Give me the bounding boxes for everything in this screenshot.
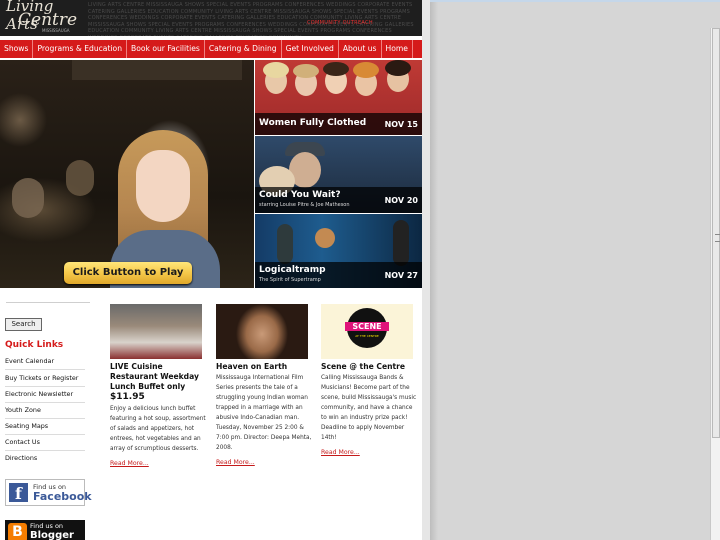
video-woman-face [136,150,190,222]
performer-silhouette [393,220,409,266]
promo-title: Could You Wait? [259,190,341,200]
site-header: LIVING ARTS CENTRE MISSISSAUGA SHOWS SPE… [0,0,422,39]
video-background-person [66,160,94,196]
promo-logicaltramp[interactable]: Logicaltramp The Spirit of Supertramp NO… [255,214,422,288]
video-player[interactable]: Click Button to Play [0,60,254,288]
promo-date: NOV 15 [384,120,418,129]
promo-subtitle: starring Louise Pitre & Joe Matheson [259,202,350,208]
promo-caption: Women Fully Clothed NOV 15 [255,113,422,135]
logo-subtitle: MISSISSAUGA [42,28,70,33]
read-more-link[interactable]: Read More... [216,459,312,466]
logo-line-2: Centre [18,10,78,30]
browser-page: LIVING ARTS CENTRE MISSISSAUGA SHOWS SPE… [0,0,422,540]
video-background-person [12,178,44,218]
read-more-link[interactable]: Read More... [321,449,417,456]
promo-could-you-wait[interactable]: Could You Wait? starring Louise Pitre & … [255,136,422,213]
search-button[interactable]: Search [5,318,42,331]
feature-body: Calling Mississauga Bands & Musicians! B… [321,375,417,441]
quick-link-divider [5,386,85,387]
scene-logo-text: SCENE [345,322,389,331]
quick-link-divider [5,434,85,435]
promo-caption: Could You Wait? starring Louise Pitre & … [255,187,422,213]
promo-date: NOV 20 [384,196,418,205]
performer-hair [323,62,349,76]
feature-title[interactable]: LIVE Cuisine Restaurant Weekday Lunch Bu… [110,362,206,392]
film-still-image[interactable] [216,304,308,359]
promo-title: Women Fully Clothed [259,118,367,128]
performer-silhouette [277,224,293,264]
read-more-link[interactable]: Read More... [110,460,206,467]
play-button[interactable]: Click Button to Play [64,262,192,284]
promo-caption: Logicaltramp The Spirit of Supertramp NO… [255,262,422,288]
sidebar-divider [6,302,90,303]
nav-item-shows[interactable]: Shows [0,40,34,58]
quick-link-directions[interactable]: Directions [5,454,37,462]
quick-link-youth-zone[interactable]: Youth Zone [5,406,41,414]
quick-link-contact-us[interactable]: Contact Us [5,438,40,446]
performer-hair [385,60,411,76]
browser-empty-area [430,0,710,540]
quick-link-newsletter[interactable]: Electronic Newsletter [5,390,73,398]
performer-hair [293,64,319,78]
left-sidebar: Search Quick Links Event Calendar Buy Ti… [0,292,104,540]
nav-item-home[interactable]: Home [382,40,413,58]
restaurant-image[interactable] [110,304,202,359]
facebook-badge-line2: Facebook [33,490,92,503]
quick-link-seating-maps[interactable]: Seating Maps [5,422,48,430]
vertical-scrollbar[interactable] [710,28,720,540]
blogger-icon: B [8,523,27,540]
scene-logo-subtext: AT THE CENTRE [355,334,379,338]
main-nav: Shows Programs & Education Book our Faci… [0,40,422,58]
promo-title: Logicaltramp [259,265,326,275]
browser-top-edge [430,0,720,2]
feature-live-cuisine: LIVE Cuisine Restaurant Weekday Lunch Bu… [110,304,206,467]
promo-date: NOV 27 [384,271,418,280]
feature-section: LIVE Cuisine Restaurant Weekday Lunch Bu… [104,292,422,540]
feature-body: Enjoy a delicious lunch buffet featuring… [110,406,206,452]
scrollbar-grip-icon [715,234,720,242]
video-background-window [72,60,242,80]
feature-heaven-on-earth: Heaven on Earth Mississauga Internationa… [216,304,312,466]
facebook-icon: f [9,483,28,503]
performer-hair [263,62,289,78]
feature-scene-at-centre: SCENE AT THE CENTRE Scene @ the Centre C… [321,304,417,456]
feature-title[interactable]: Scene @ the Centre [321,362,417,372]
quick-links-title: Quick Links [5,340,64,350]
quick-link-divider [5,450,85,451]
blogger-badge-line1: Find us on [30,522,64,530]
facebook-badge[interactable]: f Find us on Facebook [5,479,92,506]
quick-link-divider [5,402,85,403]
scene-logo-image[interactable]: SCENE AT THE CENTRE [321,304,413,359]
promo-women-fully-clothed[interactable]: Women Fully Clothed NOV 15 [255,60,422,135]
quick-link-buy-tickets[interactable]: Buy Tickets or Register [5,374,78,382]
site-logo[interactable]: Living Arts Centre MISSISSAUGA [6,0,86,34]
feature-title[interactable]: Heaven on Earth [216,362,312,372]
scrollbar-thumb[interactable] [712,28,720,438]
nav-item-book-facilities[interactable]: Book our Facilities [127,40,205,58]
nav-item-get-involved[interactable]: Get Involved [282,40,339,58]
feature-body: Mississauga International Film Series pr… [216,375,312,451]
page-right-gutter [422,0,430,540]
nav-item-about-us[interactable]: About us [339,40,382,58]
community-outreach-link[interactable]: COMMUNITY OUTREACH [307,20,373,26]
performer-hair [353,62,379,78]
blogger-badge-line2: Blogger [30,530,74,540]
feature-price: $11.95 [110,392,145,402]
quick-link-divider [5,418,85,419]
quick-link-event-calendar[interactable]: Event Calendar [5,357,54,365]
nav-item-catering-dining[interactable]: Catering & Dining [205,40,282,58]
stage-light [315,228,335,248]
nav-item-programs-education[interactable]: Programs & Education [33,40,128,58]
promo-subtitle: The Spirit of Supertramp [259,277,321,283]
blogger-badge[interactable]: B Find us on Blogger [5,520,85,540]
quick-link-divider [5,369,85,370]
